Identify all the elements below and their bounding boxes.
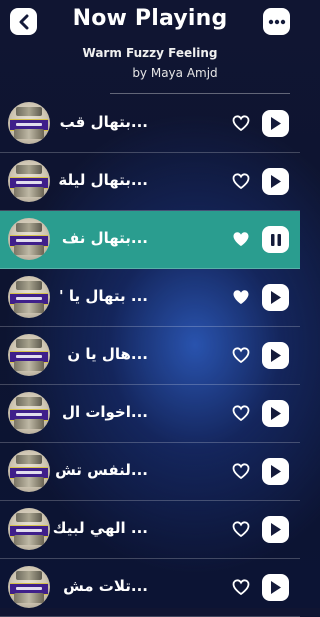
header: Now Playing Warm Fuzzy Feeling by Maya A… [0, 0, 300, 95]
track-thumbnail [8, 276, 50, 318]
play-icon [271, 291, 281, 304]
play-icon [271, 581, 281, 594]
play-icon [271, 117, 281, 130]
track-row[interactable]: بتهال نف... [0, 211, 300, 269]
track-thumbnail [8, 566, 50, 608]
heart-outline-icon[interactable] [232, 579, 250, 595]
track-row[interactable]: بتهال ليلة... [0, 153, 300, 211]
track-title: الهي لبيك ... [52, 519, 148, 537]
track-thumbnail [8, 102, 50, 144]
heart-filled-icon[interactable] [232, 289, 250, 305]
play-icon [271, 465, 281, 478]
heart-filled-icon[interactable] [232, 231, 250, 247]
track-list: بتهال قب... بتهال ليلة... بتهال نف... ' … [0, 95, 300, 617]
play-button[interactable] [262, 342, 289, 369]
pause-button[interactable] [262, 226, 289, 253]
track-title: بتهال ليلة... [58, 171, 148, 189]
track-thumbnail [8, 160, 50, 202]
track-thumbnail [8, 334, 50, 376]
play-button[interactable] [262, 516, 289, 543]
heart-outline-icon[interactable] [232, 521, 250, 537]
track-thumbnail [8, 392, 50, 434]
heart-outline-icon[interactable] [232, 463, 250, 479]
track-row[interactable]: هال يا ن... [0, 327, 300, 385]
play-icon [271, 407, 281, 420]
track-title: لنفس تش... [55, 461, 148, 479]
track-title: هال يا ن... [67, 345, 148, 363]
track-row[interactable]: لنفس تش... [0, 443, 300, 501]
play-icon [271, 175, 281, 188]
heart-outline-icon[interactable] [232, 115, 250, 131]
track-row[interactable]: الهي لبيك ... [0, 501, 300, 559]
more-options-button[interactable] [263, 8, 290, 35]
heart-outline-icon[interactable] [232, 173, 250, 189]
play-button[interactable] [262, 110, 289, 137]
track-row[interactable]: تلات مش... [0, 559, 300, 617]
artist-name: by Maya Amjd [132, 66, 218, 80]
track-row[interactable]: اخوات ال... [0, 385, 300, 443]
page-title: Now Playing [72, 6, 228, 31]
track-thumbnail [8, 218, 50, 260]
play-icon [271, 523, 281, 536]
chevron-left-icon [19, 14, 28, 29]
track-title: ' بتهال يا ... [59, 287, 148, 305]
play-button[interactable] [262, 458, 289, 485]
play-button[interactable] [262, 168, 289, 195]
more-dots-icon [268, 19, 285, 24]
song-title: Warm Fuzzy Feeling [82, 46, 218, 60]
track-title: تلات مش... [63, 577, 148, 595]
track-title: بتهال قب... [59, 113, 148, 131]
track-thumbnail [8, 508, 50, 550]
play-icon [271, 349, 281, 362]
back-button[interactable] [10, 8, 37, 35]
track-thumbnail [8, 450, 50, 492]
play-button[interactable] [262, 400, 289, 427]
track-row[interactable]: ' بتهال يا ... [0, 269, 300, 327]
play-button[interactable] [262, 574, 289, 601]
header-divider [110, 93, 290, 94]
track-row[interactable]: بتهال قب... [0, 95, 300, 153]
heart-outline-icon[interactable] [232, 347, 250, 363]
heart-outline-icon[interactable] [232, 405, 250, 421]
track-title: بتهال نف... [61, 229, 148, 247]
play-button[interactable] [262, 284, 289, 311]
track-title: اخوات ال... [61, 403, 148, 421]
pause-icon [270, 233, 281, 246]
